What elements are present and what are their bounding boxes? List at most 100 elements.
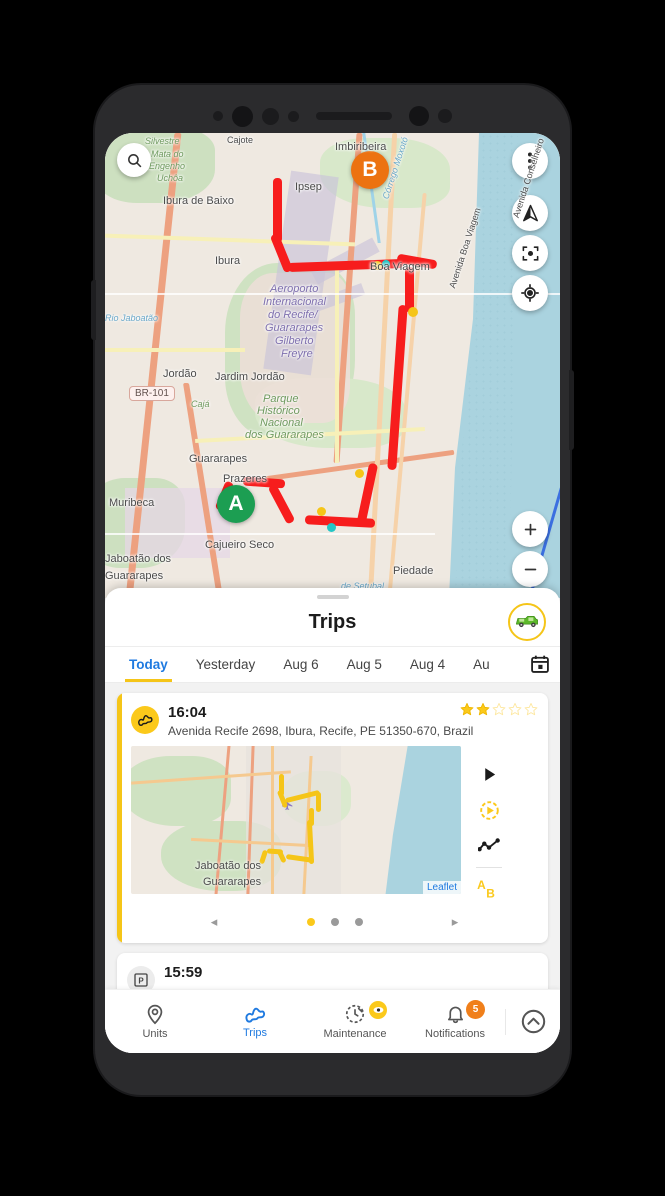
start-marker[interactable]: A [217,485,255,523]
star-filled-icon[interactable] [476,702,490,716]
minimap-green [131,756,231,826]
map-label: Ibura [215,255,241,267]
replay-circle-icon [479,800,499,820]
route-stop-marker[interactable] [327,523,336,532]
route-segment [267,483,296,525]
sensor-dot [213,111,223,121]
play-button[interactable] [469,756,509,792]
trip-rating[interactable] [460,702,538,716]
route-stop-marker[interactable] [408,307,418,317]
calendar-picker-button[interactable] [530,654,552,676]
tab-au[interactable]: Au [459,648,504,682]
tab-aug-4[interactable]: Aug 4 [396,648,459,682]
map-label: Imbiribeira [335,141,387,153]
map-label: Internacional [263,296,326,308]
minimap-track-segment [266,848,284,855]
map-zoom-out-button[interactable] [512,551,548,587]
nav-label-notifications: Notifications [425,1028,485,1040]
pager-dot[interactable] [354,918,363,926]
leaflet-attribution[interactable]: Leaflet [422,881,461,894]
map-label: Jordão [163,368,197,380]
svg-text:A: A [477,878,486,892]
map-search-button[interactable] [117,143,151,177]
trip-card-accent [117,693,122,943]
map-road-minor [105,533,435,535]
trip-pager[interactable]: ◂ ▸ [131,907,538,937]
sensor-dot [262,107,279,125]
tab-aug-6[interactable]: Aug 6 [269,648,332,682]
fit-bounds-icon [522,245,538,261]
pager-dots[interactable] [306,918,363,926]
map-highway-shield: BR-101 [129,386,175,401]
map-label: Nacional [260,417,303,429]
replay-button[interactable] [469,792,509,828]
pager-dot[interactable] [306,918,315,926]
star-empty-icon[interactable] [524,702,538,716]
route-segment [405,267,414,312]
map-label: do Recife/ [268,309,318,321]
ab-route-button[interactable]: A B [469,871,509,907]
wrench-clock-icon [345,1004,365,1024]
search-icon [127,153,141,167]
date-tabs[interactable]: Today Yesterday Aug 6 Aug 5 Aug 4 Au [105,647,560,683]
map-label: Jaboatão dos [105,553,172,565]
sensor-dot [438,109,452,123]
front-camera-secondary [409,106,429,126]
map-label: Rio Jaboatão [105,313,159,323]
eye-icon [373,1007,383,1013]
nav-item-units[interactable]: Units [105,990,205,1053]
pager-next-button[interactable]: ▸ [444,914,466,930]
map-zoom-in-button[interactable] [512,511,548,547]
trip-route-icon-badge [131,706,159,734]
parking-icon: P [134,973,148,987]
trip-route-icon [245,1007,265,1023]
star-filled-icon[interactable] [460,702,474,716]
calendar-icon [531,655,549,673]
nav-item-maintenance[interactable]: Maintenance [305,990,405,1053]
main-map[interactable]: BR-101 B A Silvestre Mata do Engenho Uch… [105,133,560,598]
pager-prev-button[interactable]: ◂ [203,914,225,930]
nav-label-trips: Trips [242,1026,268,1039]
trips-bottom-sheet: Trips Today Yesterday Aug 6 Aug 5 Aug 4 Au [105,588,560,1053]
star-empty-icon[interactable] [492,702,506,716]
route-stop-marker[interactable] [355,469,364,478]
expand-sheet-button[interactable] [506,1008,560,1035]
trip-minimap[interactable]: Jaboatão dos Guararapes Leaflet [131,746,461,894]
sheet-header: Trips [105,599,560,647]
map-label: Ipsep [295,181,322,193]
map-label: Prazeres [223,473,268,485]
nav-item-trips[interactable]: Trips [205,990,305,1053]
nav-item-notifications[interactable]: Notifications 5 [405,990,505,1053]
end-marker[interactable]: B [351,151,389,189]
tab-aug-5[interactable]: Aug 5 [333,648,396,682]
minimap-road [271,746,274,894]
star-empty-icon[interactable] [508,702,522,716]
green-suv-icon [516,616,538,628]
tab-today[interactable]: Today [115,648,182,682]
tab-yesterday[interactable]: Yesterday [182,648,270,682]
vehicle-avatar-button[interactable] [508,603,546,641]
route-stop-marker[interactable] [317,507,326,516]
trip-card[interactable]: 16:04 Avenida Recife 2698, Ibura, Recife… [117,693,548,943]
trip-address: Avenida Recife 2698, Ibura, Recife, PE 5… [168,724,474,738]
map-label: dos Guararapes [245,429,324,441]
minimap-label: Jaboatão dos [195,860,262,872]
map-label: Guararapes [105,570,164,582]
maintenance-eye-badge[interactable] [369,1001,387,1019]
location-pin-icon [147,1004,163,1025]
minimap-sea [385,746,461,894]
map-label: Cajote [227,135,254,145]
notifications-count-badge[interactable]: 5 [466,1000,485,1019]
map-label: Mata do [151,149,184,159]
sensor-dot [288,110,299,122]
map-fit-bounds-button[interactable] [512,235,548,271]
pager-dot[interactable] [330,918,339,926]
map-my-location-button[interactable] [512,275,548,311]
map-label: Piedade [393,565,434,577]
svg-text:P: P [138,976,144,985]
map-label: Engenho [149,161,186,171]
trip-route-icon [137,715,153,726]
map-label: Muribeca [109,497,155,509]
chart-button[interactable] [469,828,509,864]
phone-frame: BR-101 B A Silvestre Mata do Engenho Uch… [91,85,574,1095]
